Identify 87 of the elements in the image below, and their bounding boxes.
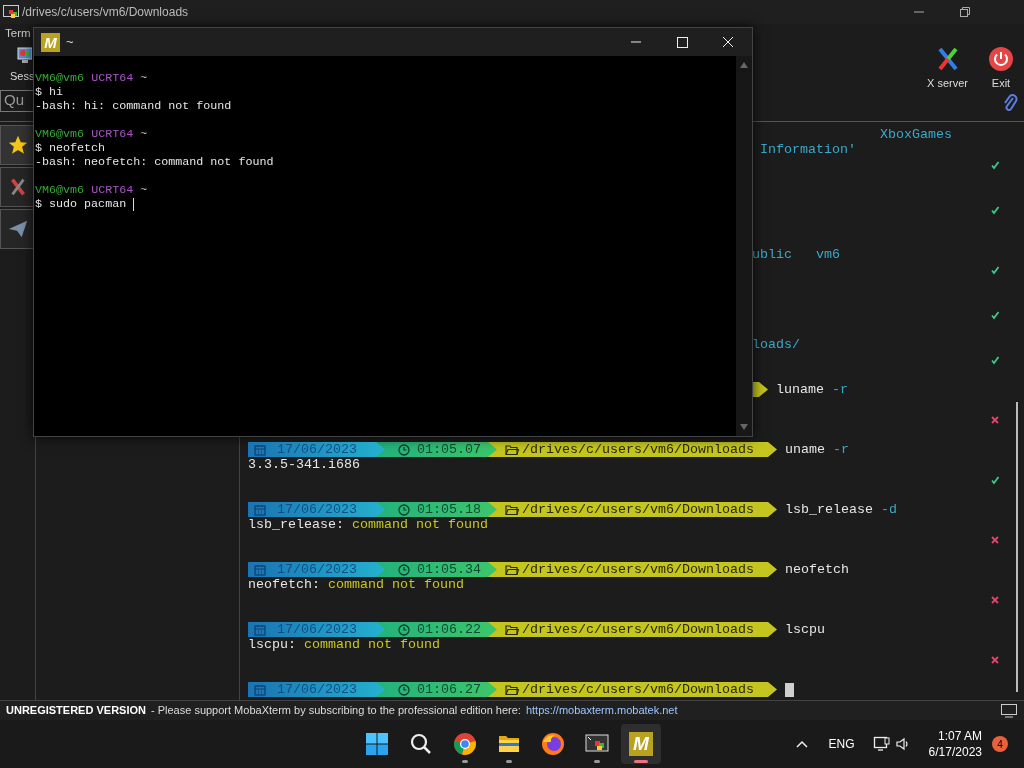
folder-icon	[505, 503, 519, 516]
power-icon	[988, 46, 1014, 72]
calendar-icon	[254, 443, 266, 456]
scroll-up-icon[interactable]	[740, 62, 748, 68]
time-text: 01:05.34	[417, 562, 481, 577]
menu-item[interactable]: Term	[5, 25, 31, 41]
time-text: 01:06.22	[417, 622, 481, 637]
website-link[interactable]: https://mobaxterm.mobatek.net	[525, 702, 678, 719]
search-icon	[409, 732, 433, 756]
command-text: neofetch	[785, 562, 849, 577]
clock[interactable]: 1:07 AM 6/17/2023	[928, 728, 982, 760]
date-text: 17/06/2023	[277, 442, 357, 457]
fox-globe-icon	[541, 732, 565, 756]
folder-icon	[505, 623, 519, 636]
clock-icon	[398, 563, 410, 576]
folder-icon	[505, 563, 519, 576]
output-line: -bash: hi: command not found	[35, 99, 233, 113]
command-text: lscpu	[785, 622, 825, 637]
path-text: /drives/c/users/vm6/Downloads	[522, 442, 754, 457]
speaker-icon[interactable]	[894, 736, 911, 752]
app-logo: M	[629, 732, 653, 756]
scrollbar[interactable]	[736, 56, 752, 436]
calendar-icon	[254, 623, 266, 636]
window-title: ~	[66, 33, 74, 52]
folder-icon	[505, 443, 519, 456]
folder-icon	[505, 683, 519, 696]
command-text: luname -r	[776, 382, 848, 397]
path-text: /drives/c/users/vm6/Downloads	[522, 622, 754, 637]
monitor-icon[interactable]	[1000, 703, 1018, 718]
command-text: lsb_release -d	[785, 502, 897, 517]
calendar-icon	[254, 563, 266, 576]
clock-icon	[398, 443, 410, 456]
path-text: /drives/c/users/vm6/Downloads	[522, 682, 754, 697]
terminal-text: loads/	[752, 337, 800, 352]
date-text: 17/06/2023	[277, 682, 357, 697]
terminal-text: vm6	[816, 247, 840, 262]
language-indicator[interactable]: ENG	[828, 735, 855, 753]
app-icon	[3, 5, 19, 19]
terminal-text: Information'	[760, 142, 856, 157]
command-text: uname -r	[785, 442, 849, 457]
output-line: lsb_release: command not found	[248, 517, 488, 532]
exit-button[interactable]: Exit	[988, 46, 1014, 92]
paperclip-icon[interactable]	[1002, 93, 1018, 112]
path-text: /drives/c/users/vm6/Downloads	[522, 562, 754, 577]
network-icon[interactable]	[872, 736, 891, 752]
side-tab[interactable]	[0, 209, 35, 249]
command-text: $ neofetch	[35, 141, 106, 155]
calendar-icon	[254, 503, 266, 516]
prompt-line: VM6@vm6 UCRT64 ~	[35, 127, 149, 141]
time-text: 01:06.27	[417, 682, 481, 697]
clock-time: 1:07 AM	[937, 728, 982, 744]
date-text: 17/06/2023	[277, 562, 357, 577]
chrome-like-icon	[453, 732, 477, 756]
time-text: 01:05.07	[417, 442, 481, 457]
side-tab[interactable]	[0, 125, 35, 165]
clock-date: 6/17/2023	[928, 744, 982, 760]
sessions-button[interactable]: Sess	[5, 47, 32, 85]
time-text: 01:05.18	[417, 502, 481, 517]
computer-icon	[17, 47, 32, 63]
side-tab[interactable]	[0, 167, 35, 207]
command-text: $ hi	[35, 85, 64, 99]
window-title: /drives/c/users/vm6/Downloads	[22, 4, 189, 21]
path-text: /drives/c/users/vm6/Downloads	[522, 502, 754, 517]
clock-icon	[398, 623, 410, 636]
support-message: - Please support MobaXterm by subscribing to the professional edition here:	[150, 703, 521, 719]
windows-logo-icon	[365, 732, 389, 756]
notification-badge[interactable]: 4	[992, 736, 1008, 752]
app-logo: M	[41, 32, 60, 52]
xserver-button[interactable]: X server	[927, 46, 968, 92]
prompt-line: VM6@vm6 UCRT64 ~	[35, 183, 149, 197]
prompt-line: VM6@vm6 UCRT64 ~	[35, 71, 149, 85]
calendar-icon	[254, 683, 266, 696]
output-line: -bash: neofetch: command not found	[35, 155, 275, 169]
output-line: 3.3.5-341.i686	[248, 457, 360, 472]
chevron-up-icon[interactable]	[794, 739, 809, 749]
date-text: 17/06/2023	[277, 502, 357, 517]
terminal-text: XboxGames	[880, 127, 952, 142]
terminal-text: ublic	[752, 247, 792, 262]
quick-connect-field[interactable]: Qu	[0, 89, 33, 112]
clock-icon	[398, 683, 410, 696]
date-text: 17/06/2023	[277, 622, 357, 637]
unregistered-label: UNREGISTERED VERSION	[6, 703, 146, 719]
command-text: $ sudo pacman	[35, 197, 127, 211]
scroll-down-icon[interactable]	[740, 424, 748, 430]
clock-icon	[398, 503, 410, 516]
output-line: neofetch: command not found	[248, 577, 464, 592]
output-line: lscpu: command not found	[248, 637, 440, 652]
